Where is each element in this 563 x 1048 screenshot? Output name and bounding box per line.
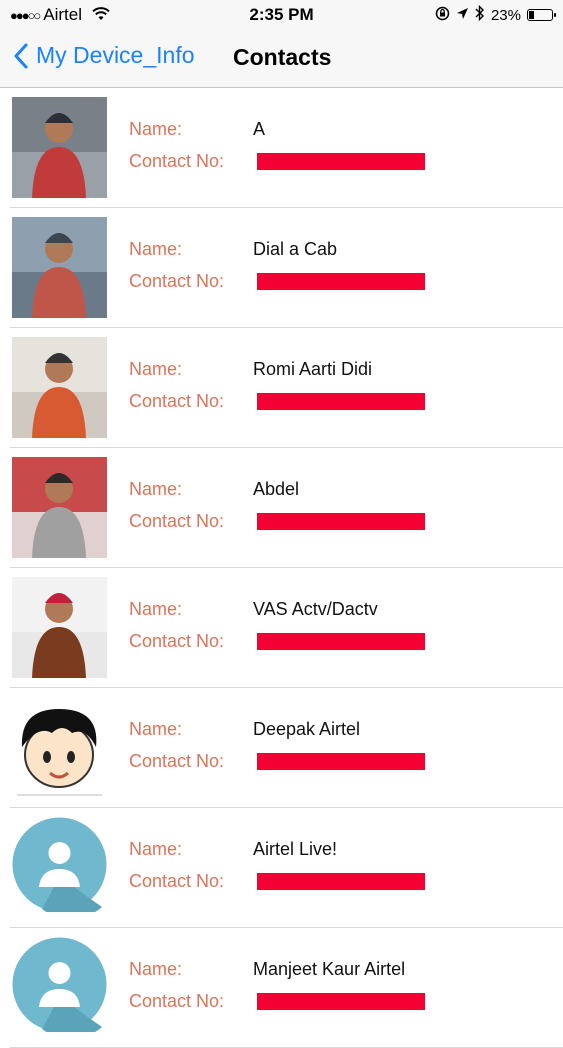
contact-avatar [12,937,107,1038]
back-button[interactable]: My Device_Info [14,42,195,69]
redacted-contact-number [257,633,425,650]
battery-percent: 23% [490,6,521,24]
contact-row[interactable]: Name: VAS Actv/Dactv Contact No: [10,568,563,688]
redacted-contact-number [257,993,425,1010]
contact-row[interactable]: Name: Dial a Cab Contact No: [10,208,563,328]
redacted-contact-number [257,513,425,530]
navigation-bar: My Device_Info Contacts [0,30,563,88]
contact-number-label: Contact No: [129,271,225,291]
name-label: Name: [129,839,183,859]
chevron-left-icon [14,43,28,68]
contact-avatar [12,577,107,678]
contact-avatar [12,217,107,318]
contact-name: Manjeet Kaur Airtel [253,959,406,979]
contact-avatar [12,457,107,558]
status-bar: ●●●○○ Airtel 2:35 PM 23% [0,0,563,30]
contact-row[interactable]: Name: Deepak Airtel Contact No: [10,688,563,808]
contact-number-label: Contact No: [129,751,225,771]
orientation-lock-icon [435,6,450,25]
contact-name: VAS Actv/Dactv [253,599,378,619]
contact-row[interactable]: Name: A Contact No: [10,88,563,208]
contact-name: A [253,119,266,139]
redacted-contact-number [257,873,425,890]
name-label: Name: [129,959,183,979]
redacted-contact-number [257,273,425,290]
name-label: Name: [129,479,183,499]
name-label: Name: [129,599,183,619]
contact-name: Dial a Cab [253,239,338,259]
contact-row[interactable]: Name: Abdel Contact No: [10,448,563,568]
contact-avatar [12,97,107,198]
location-icon [456,7,469,24]
contact-name: Deepak Airtel [253,719,361,739]
battery-icon [527,9,556,21]
battery-fill [529,11,534,19]
back-button-label: My Device_Info [36,42,195,68]
contact-number-label: Contact No: [129,511,225,531]
contact-row[interactable]: Name: Manjeet Kaur Airtel Contact No: [10,928,563,1048]
contact-number-label: Contact No: [129,871,225,891]
name-label: Name: [129,239,183,259]
contact-row[interactable]: Name: Romi Aarti Didi Contact No: [10,328,563,448]
name-label: Name: [129,359,183,379]
contact-number-label: Contact No: [129,991,225,1011]
status-right: 23% [435,4,556,25]
page-title: Contacts [233,44,332,70]
contact-avatar [12,697,107,798]
contact-name: Romi Aarti Didi [253,359,373,379]
redacted-contact-number [257,153,425,170]
contact-number-label: Contact No: [129,631,225,651]
redacted-contact-number [257,393,425,410]
redacted-contact-number [257,753,425,770]
contact-number-label: Contact No: [129,391,225,411]
contact-name: Abdel [253,479,300,499]
contact-row[interactable]: Name: Airtel Live! Contact No: [10,808,563,928]
contact-number-label: Contact No: [129,151,225,171]
contact-list[interactable]: Name: A Contact No: Name: Dial a Cab Contact … [0,88,563,1048]
name-label: Name: [129,119,183,139]
contact-avatar [12,817,107,918]
bluetooth-icon [475,4,485,25]
contact-avatar [12,337,107,438]
contact-name: Airtel Live! [253,839,338,859]
name-label: Name: [129,719,183,739]
